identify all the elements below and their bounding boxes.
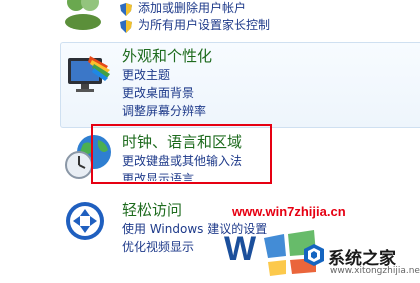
change-theme-link[interactable]: 更改主题 bbox=[122, 67, 170, 83]
display-personalize-icon[interactable] bbox=[64, 52, 112, 96]
add-remove-user-accounts-link[interactable]: 添加或删除用户帐户 bbox=[138, 0, 246, 16]
clock-language-region-title[interactable]: 时钟、语言和区域 bbox=[122, 133, 242, 151]
ease-of-access-icon[interactable] bbox=[64, 200, 106, 242]
appearance-category-panel[interactable] bbox=[60, 42, 420, 128]
change-display-language-link[interactable]: 更改显示语言 bbox=[122, 171, 194, 181]
shield-icon bbox=[120, 1, 132, 16]
ease-of-access-title[interactable]: 轻松访问 bbox=[122, 201, 182, 219]
shield-icon bbox=[120, 18, 132, 33]
change-desktop-background-link[interactable]: 更改桌面背景 bbox=[122, 85, 194, 101]
optimize-visual-display-link[interactable]: 优化视频显示 bbox=[122, 239, 194, 255]
appearance-category-title[interactable]: 外观和个性化 bbox=[122, 47, 212, 65]
xitongzhijia-logo-icon bbox=[302, 242, 326, 268]
svg-text:W: W bbox=[224, 230, 257, 268]
change-keyboard-input-link[interactable]: 更改键盘或其他输入法 bbox=[122, 153, 242, 169]
adjust-screen-resolution-link[interactable]: 调整屏幕分辨率 bbox=[122, 103, 206, 119]
user-accounts-icon[interactable] bbox=[62, 0, 104, 30]
parental-controls-link[interactable]: 为所有用户设置家长控制 bbox=[138, 17, 270, 33]
win7zhijia-watermark-url: www.win7zhijia.cn bbox=[232, 204, 346, 219]
xitongzhijia-logo-url: www.xitongzhijia.net bbox=[330, 266, 420, 276]
